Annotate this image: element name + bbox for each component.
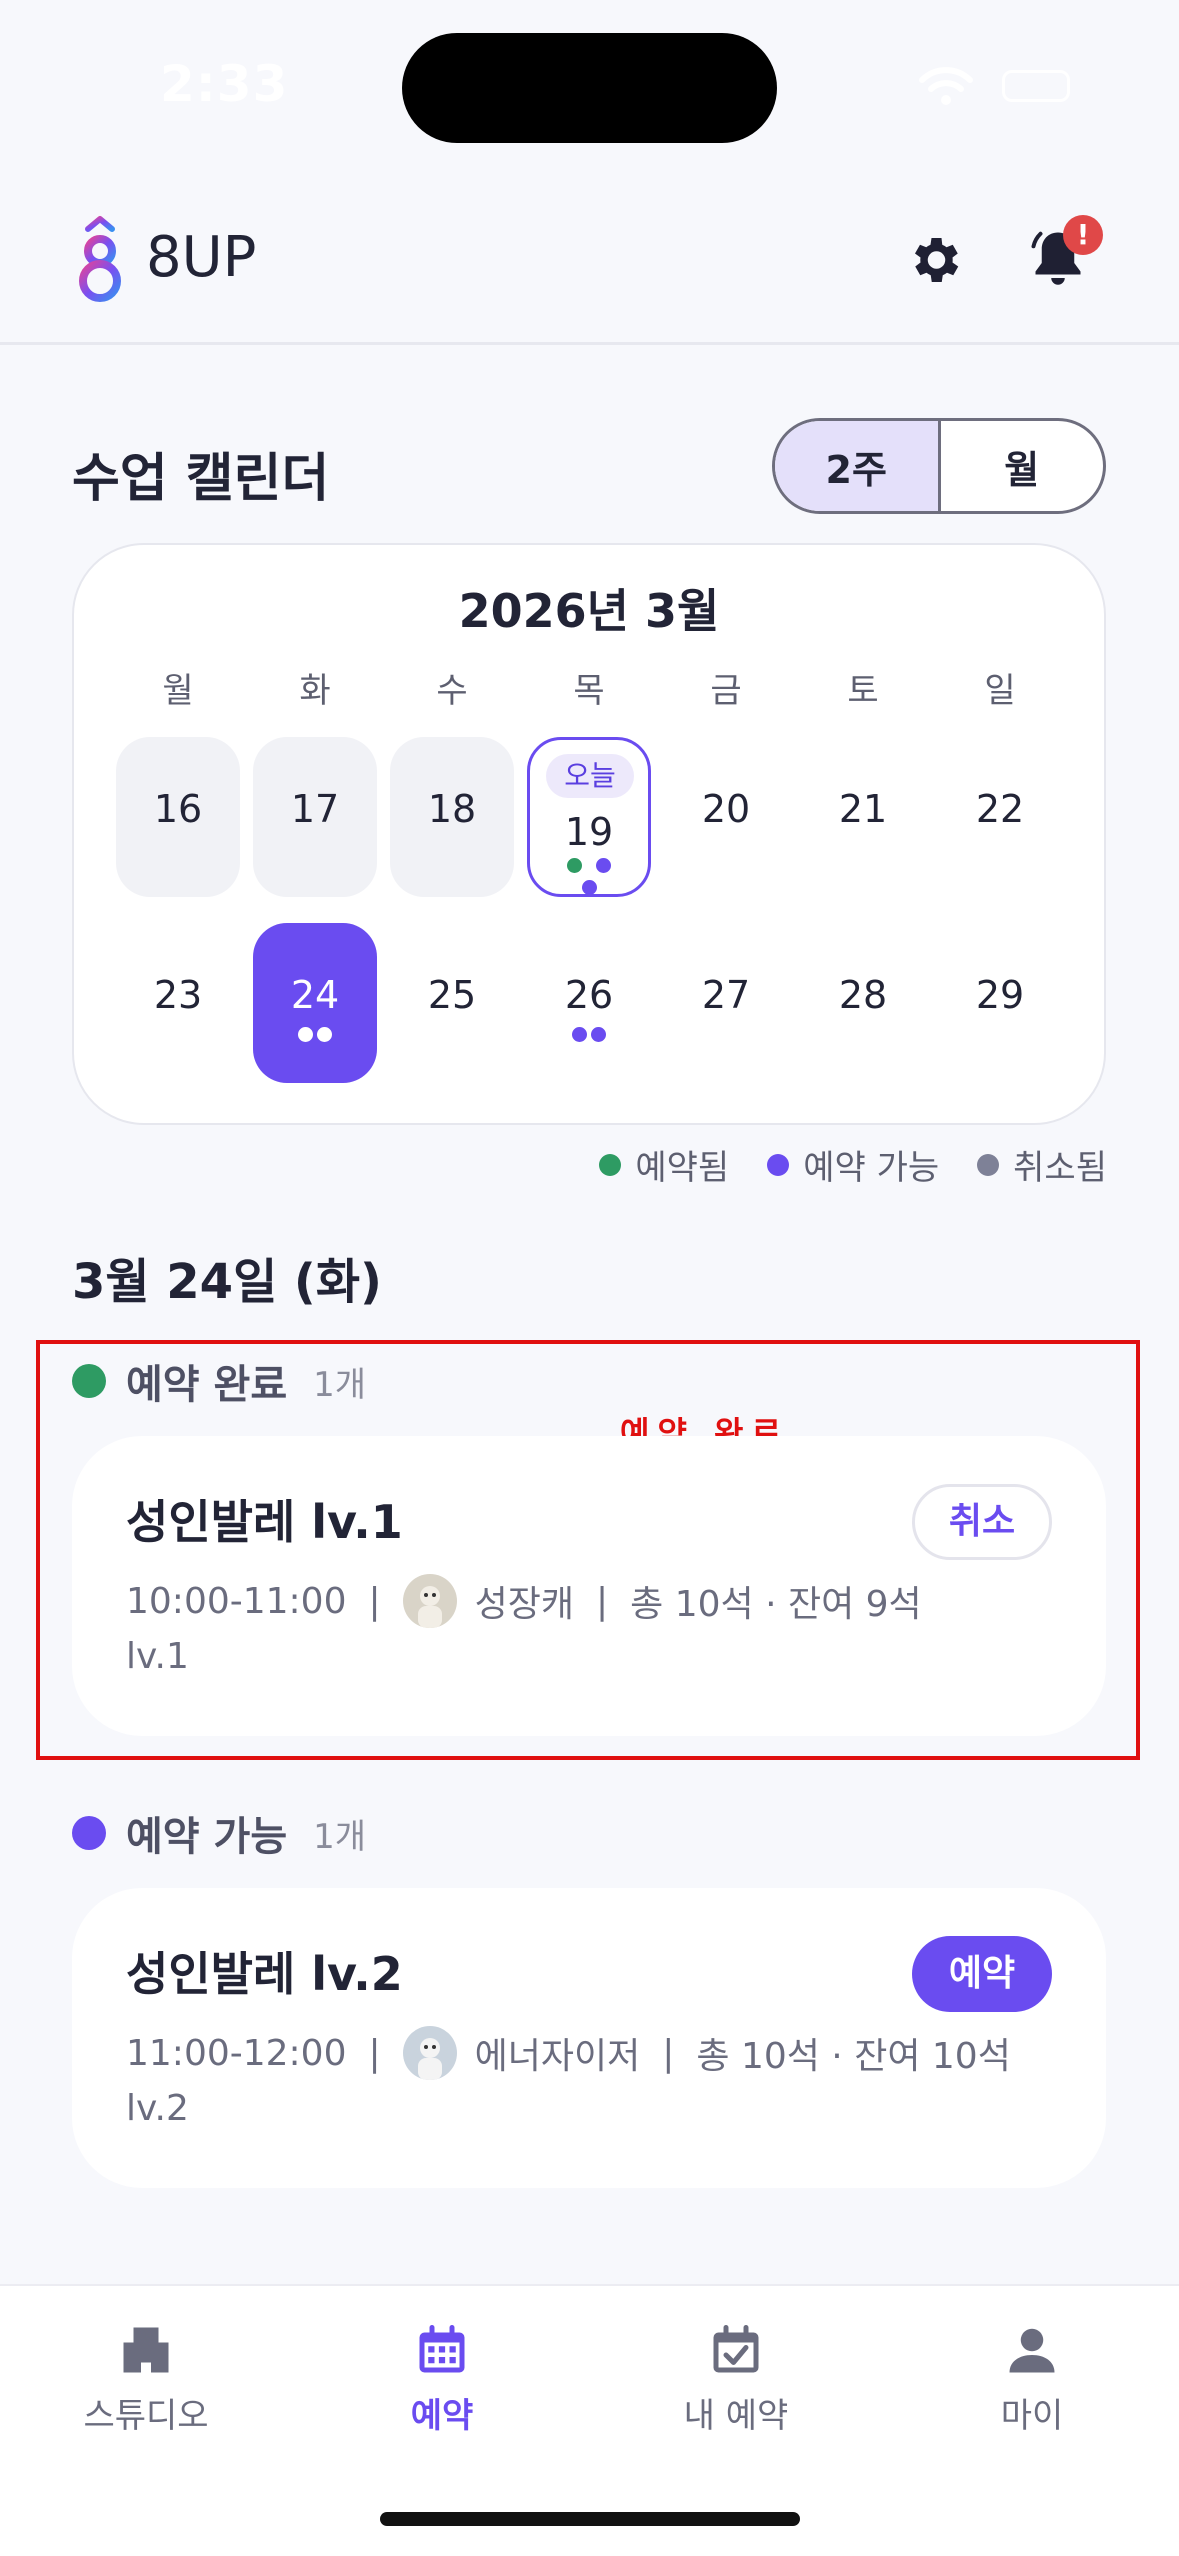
calendar-day[interactable]: 22 [938,737,1062,897]
tab-my-bookings[interactable]: 내 예약 [616,2320,856,2437]
legend-booked: 예약됨 [599,1140,729,1189]
available-dot [72,1816,106,1850]
book-button[interactable]: 예약 [912,1936,1052,2012]
weekday-label: 일 [984,671,1016,711]
calendar-day[interactable]: 20 [664,737,788,897]
calendar-section-title: 수업 캘린더 [72,449,330,509]
today-label: 오늘 [546,754,634,798]
booked-dot [72,1364,106,1398]
person-icon [1009,2328,1055,2373]
class-meta: 10:00-11:00 | 성장캐 | 총 10석 · 잔여 9석 [126,1574,922,1628]
calendar-day-selected[interactable]: 24 [253,923,377,1083]
cancelled-dot [977,1153,1000,1176]
class-time: 10:00-11:00 [126,1580,347,1622]
available-dot [596,858,611,873]
available-group-header: 예약 가능 1개 [72,1804,366,1862]
day-dots [253,1027,377,1042]
instructor-name: 성장캐 [474,1584,574,1625]
gear-icon[interactable] [904,230,964,290]
legend-available: 예약 가능 [767,1140,939,1189]
avatar [402,1574,457,1628]
tab-my[interactable]: 마이 [912,2320,1152,2437]
available-dot [591,1027,606,1042]
legend-cancelled: 취소됨 [977,1140,1107,1189]
available-dot [572,1027,587,1042]
home-indicator [380,2512,800,2526]
class-card[interactable]: 성인발레 lv.1 취소 10:00-11:00 | 성장캐 | 총 10석 ·… [72,1436,1106,1736]
calendar-day[interactable]: 16 [116,737,240,897]
class-name: 성인발레 lv.2 [126,1947,403,2001]
weekday-label: 화 [299,671,331,711]
toggle-two-week[interactable]: 2주 [775,421,941,511]
class-meta: 11:00-12:00 | 에너자이저 | 총 10석 · 잔여 10석 [126,2026,1011,2080]
day-dots [530,858,648,873]
booked-group-header: 예약 완료 1개 [72,1352,366,1410]
calendar-day[interactable]: 18 [390,737,514,897]
booked-dot [298,1027,313,1042]
toggle-month[interactable]: 월 [941,421,1104,511]
weekday-label: 수 [436,671,468,711]
class-time: 11:00-12:00 [126,2032,347,2074]
calendar-card: 2026년 3월 월 화 수 목 금 토 일 16 17 18 오늘 19 20… [72,543,1106,1125]
calendar-day[interactable]: 28 [801,923,925,1083]
app-name: 8UP [146,225,257,290]
notification-badge: ! [1063,215,1103,255]
building-icon [123,2327,169,2373]
app-header: 8UP ! [0,170,1179,345]
instructor-name: 에너자이저 [474,2036,641,2077]
cancel-button[interactable]: 취소 [912,1484,1052,1560]
available-dot [317,1027,332,1042]
class-level: lv.1 [126,1636,189,1677]
calendar-day[interactable]: 17 [253,737,377,897]
status-time: 2:33 [160,55,289,113]
class-name: 성인발레 lv.1 [126,1495,403,1549]
calendar-day[interactable]: 25 [390,923,514,1083]
calendar-day[interactable]: 21 [801,737,925,897]
available-dot [581,880,597,895]
calendar-icon [419,2325,465,2373]
battery-icon [1002,70,1070,102]
view-toggle: 2주 월 [772,418,1106,514]
seat-info: 총 10석 · 잔여 9석 [630,1584,922,1625]
class-card[interactable]: 성인발레 lv.2 예약 11:00-12:00 | 에너자이저 | 총 10석… [72,1888,1106,2188]
avatar [402,2026,457,2080]
calendar-day[interactable]: 23 [116,923,240,1083]
calendar-day[interactable]: 26 [527,923,651,1083]
tab-booking[interactable]: 예약 [322,2320,562,2437]
day-dots [530,880,648,895]
class-level: lv.2 [126,2088,189,2129]
calendar-day[interactable]: 29 [938,923,1062,1083]
selected-date-heading: 3월 24일 (화) [72,1254,382,1310]
calendar-legend: 예약됨 예약 가능 취소됨 [575,1140,1107,1189]
status-bar: 2:33 [0,0,1179,170]
weekday-label: 금 [710,671,742,711]
dynamic-island [402,33,777,143]
wifi-icon [919,67,973,105]
calendar-day-today[interactable]: 오늘 19 [527,737,651,897]
seat-info: 총 10석 · 잔여 10석 [696,2036,1011,2077]
calendar-day[interactable]: 27 [664,923,788,1083]
calendar-check-icon [713,2325,759,2373]
weekday-label: 목 [573,671,605,711]
tab-studio[interactable]: 스튜디오 [26,2320,266,2437]
weekday-label: 토 [847,671,879,711]
available-dot [767,1153,790,1176]
booked-dot [567,858,582,873]
weekday-label: 월 [162,671,194,711]
booked-dot [599,1153,622,1176]
day-dots [527,1027,651,1042]
app-logo-icon [79,216,121,302]
calendar-month-title: 2026년 3월 [458,584,720,638]
